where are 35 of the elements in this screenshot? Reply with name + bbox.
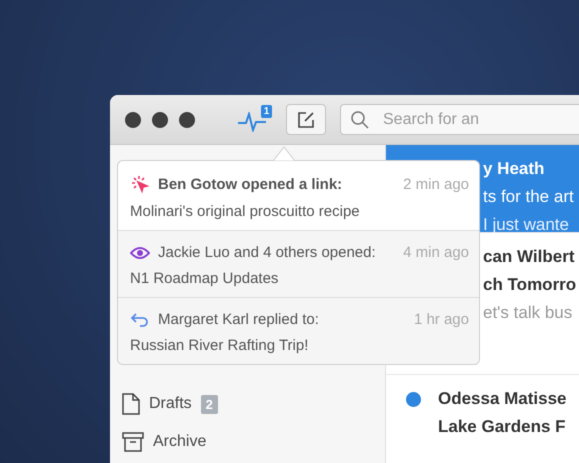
activity-title: Margaret Karl replied to: (158, 311, 320, 328)
cursor-click-icon (130, 174, 150, 194)
reply-icon (130, 312, 150, 328)
message-subject: ch Tomorro (483, 274, 576, 296)
eye-icon (130, 246, 150, 260)
search-icon (350, 110, 370, 130)
activity-title: Ben Gotow opened a link: (158, 176, 344, 192)
activity-item[interactable]: Jackie Luo and 4 others opened: 4 min ago N1 Roadmap Updates (118, 230, 479, 297)
document-icon (122, 393, 140, 415)
message-sender: can Wilbert (483, 246, 576, 268)
activity-time: 2 min ago (403, 176, 469, 192)
message-snippet: et's talk bus (483, 302, 574, 324)
message-subject: ts for the art (483, 186, 574, 208)
message-subject: Lake Gardens F (438, 416, 567, 438)
compose-button[interactable] (286, 104, 326, 135)
count-badge: 2 (200, 394, 218, 414)
search-field[interactable]: Search for an (340, 104, 579, 135)
activity-subject: N1 Roadmap Updates (130, 270, 280, 287)
notification-badge: 1 (260, 104, 272, 118)
sidebar-item[interactable]: Drafts (149, 395, 192, 413)
message-snippet: I just wante (483, 214, 570, 236)
activity-time: 1 hr ago (414, 311, 469, 328)
close-window-button[interactable] (125, 112, 141, 128)
minimize-window-button[interactable] (152, 112, 168, 128)
message-sender: Odessa Matisse (438, 388, 567, 410)
compose-icon (297, 110, 316, 128)
message-sender: y Heath (483, 158, 546, 180)
activity-subject: Russian River Rafting Trip! (130, 337, 310, 354)
archive-box-icon (122, 432, 144, 452)
activity-time: 4 min ago (403, 244, 469, 261)
zoom-window-button[interactable] (179, 112, 195, 128)
activity-item[interactable]: Margaret Karl replied to: 1 hr ago Russian River Rafting Trip! (118, 297, 479, 364)
activity-subject: Molinari's original proscuitto recipe (130, 203, 361, 220)
activity-title: Jackie Luo and 4 others opened: (158, 244, 377, 261)
sidebar-item[interactable]: Archive (153, 433, 206, 451)
